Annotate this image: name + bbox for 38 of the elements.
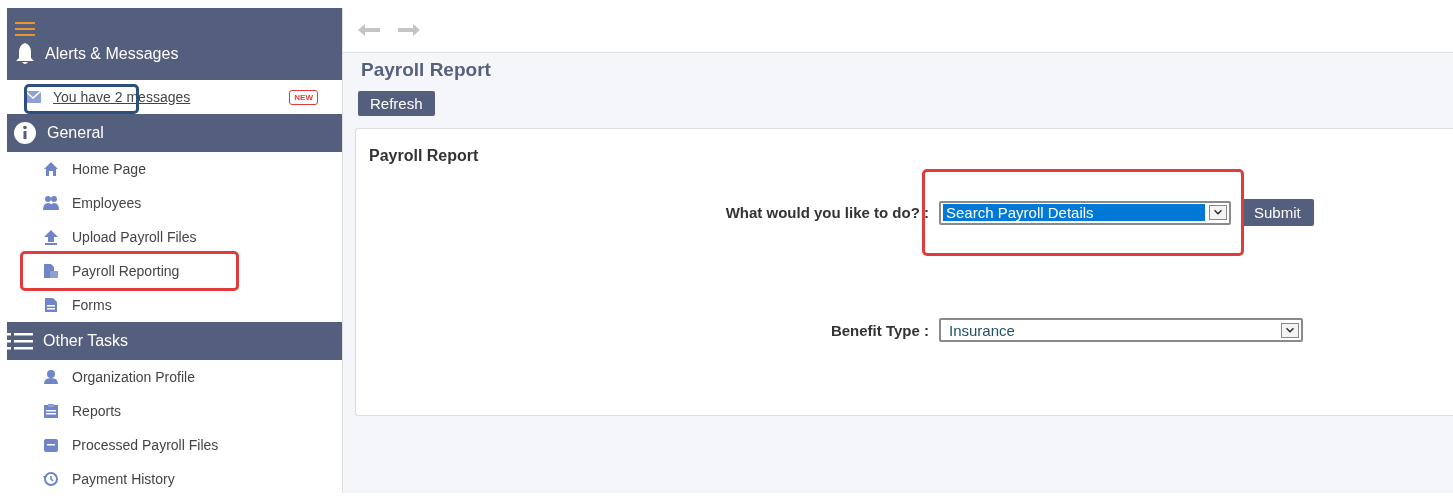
- nav-item[interactable]: Home Page: [72, 161, 146, 177]
- person-icon: [42, 369, 60, 385]
- refresh-button[interactable]: Refresh: [358, 91, 435, 116]
- history-icon: [42, 471, 60, 487]
- nav-item[interactable]: Forms: [72, 297, 112, 313]
- nav-item[interactable]: Employees: [72, 195, 142, 211]
- nav-item[interactable]: Processed Payroll Files: [72, 437, 219, 453]
- section-header[interactable]: Alerts & Messages: [45, 45, 179, 63]
- field-label: Benefit Type :: [829, 321, 929, 339]
- forward-arrow-icon[interactable]: [398, 24, 420, 36]
- nav-item[interactable]: Payroll Reporting: [72, 263, 180, 279]
- dropdown-field[interactable]: Search Payroll Details: [939, 200, 1231, 225]
- list-icon: [7, 331, 33, 351]
- page-title: Payroll Report: [361, 59, 492, 81]
- section-header[interactable]: General: [47, 124, 104, 142]
- card-title: Payroll Report: [369, 147, 480, 165]
- nav-item[interactable]: Reports: [72, 403, 122, 419]
- document-icon: [42, 263, 60, 279]
- nav-item[interactable]: Payment History: [72, 471, 175, 487]
- section-header[interactable]: Other Tasks: [43, 332, 129, 350]
- upload-icon: [42, 229, 60, 245]
- dropdown-field[interactable]: Insurance: [939, 318, 1303, 342]
- nav-item[interactable]: Organization Profile: [72, 369, 195, 385]
- info-icon: [13, 121, 37, 145]
- menu-icon[interactable]: [15, 22, 35, 36]
- folder-icon: [42, 437, 60, 453]
- home-icon: [42, 161, 60, 177]
- caret-icon: [1209, 205, 1227, 220]
- nav-item[interactable]: Upload Payroll Files: [72, 229, 197, 245]
- people-icon: [42, 195, 60, 211]
- document-icon: [42, 297, 60, 313]
- bell-icon: [15, 42, 35, 66]
- new-badge: NEW: [289, 89, 318, 105]
- submit-button[interactable]: Submit: [1241, 199, 1314, 226]
- clipboard-icon: [42, 403, 60, 419]
- caret-icon: [1281, 322, 1299, 338]
- back-arrow-icon[interactable]: [358, 24, 380, 36]
- field-label: What would you like to do? :: [724, 204, 929, 221]
